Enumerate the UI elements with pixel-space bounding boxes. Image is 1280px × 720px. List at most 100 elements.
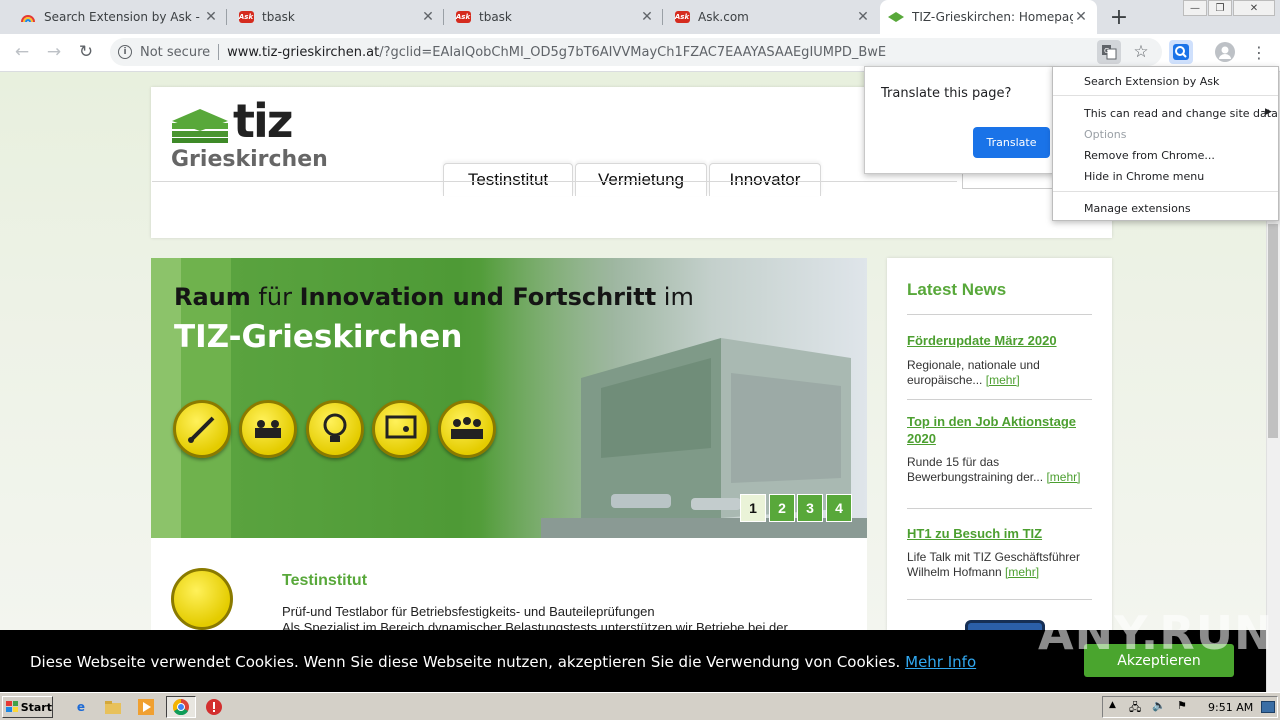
slider-page-4[interactable]: 4: [826, 494, 852, 522]
back-icon[interactable]: ←: [6, 34, 38, 70]
rainbow-icon: [20, 9, 36, 25]
scrollbar-thumb[interactable]: [1268, 224, 1278, 438]
tab-tiz-homepage[interactable]: TIZ-Grieskirchen: Homepage ✕: [880, 0, 1097, 34]
tab-title: TIZ-Grieskirchen: Homepage: [912, 10, 1073, 24]
slider-subheadline: TIZ-Grieskirchen: [174, 319, 463, 355]
forward-icon[interactable]: →: [38, 34, 70, 70]
menu-item-remove[interactable]: Remove from Chrome...: [1084, 149, 1215, 162]
flag-icon[interactable]: ⚑: [1177, 699, 1187, 712]
menu-item-manage-extensions[interactable]: Manage extensions: [1084, 202, 1191, 215]
logo-subtitle: Grieskirchen: [171, 147, 328, 172]
headline-part: für: [250, 283, 300, 311]
maximize-button[interactable]: ❐: [1208, 0, 1232, 16]
stop-icon[interactable]: [205, 698, 223, 716]
internet-explorer-icon[interactable]: e: [72, 698, 90, 716]
nav-divider: [152, 181, 957, 182]
ask-extension-icon[interactable]: [1169, 40, 1193, 64]
url-host: www.tiz-grieskirchen.at: [227, 44, 380, 60]
more-info-link[interactable]: Mehr Info: [905, 653, 976, 671]
news-panel: Latest News Förderupdate März 2020 Regio…: [887, 258, 1112, 630]
translate-icon[interactable]: G: [1097, 40, 1121, 64]
reload-icon[interactable]: ↻: [70, 34, 102, 70]
tab-tbask-2[interactable]: Ask tbask ✕: [447, 0, 663, 34]
address-bar[interactable]: i Not secure www.tiz-grieskirchen.at/?gc…: [110, 38, 1162, 66]
nav-innovator[interactable]: Innovator: [709, 163, 821, 196]
system-tray: ▲ 🖧 🔈 ⚑ 9:51 AM: [1102, 696, 1278, 718]
watermark-logo: ANY.RUN: [1038, 606, 1274, 660]
more-link[interactable]: [mehr]: [986, 373, 1020, 387]
bookmark-star-icon[interactable]: ☆: [1129, 40, 1153, 64]
url-path: /?gclid=EAIaIQobChMI_OD5g7bT6AIVVMayCh1F…: [379, 44, 887, 60]
chrome-taskbar-button[interactable]: [166, 696, 196, 718]
translate-button[interactable]: Translate: [973, 127, 1050, 158]
close-icon[interactable]: ✕: [639, 9, 655, 25]
tab-title: tbask: [262, 10, 295, 24]
slider-page-2[interactable]: 2: [769, 494, 795, 522]
menu-item-extension-name[interactable]: Search Extension by Ask: [1084, 75, 1219, 88]
hero-slider: Raum für Innovation und Fortschritt im T…: [151, 258, 867, 538]
ask-icon: Ask: [238, 9, 254, 25]
menu-item-site-access[interactable]: This can read and change site data: [1084, 107, 1278, 120]
profile-avatar-icon[interactable]: [1213, 40, 1237, 64]
close-icon[interactable]: ✕: [420, 9, 436, 25]
kebab-menu-icon[interactable]: ⋮: [1247, 40, 1271, 64]
logo-wordmark[interactable]: tiz: [233, 94, 294, 148]
testinstitut-icon[interactable]: [171, 568, 233, 630]
news-item-title[interactable]: Förderupdate März 2020: [907, 332, 1092, 349]
show-desktop-icon[interactable]: [1261, 701, 1275, 713]
tab-title: Search Extension by Ask - Chrom: [44, 10, 203, 24]
windows-logo-icon: [6, 701, 18, 712]
tiz-logo-icon: [172, 109, 228, 146]
close-window-button[interactable]: ✕: [1233, 0, 1275, 16]
close-icon[interactable]: ✕: [855, 9, 871, 25]
news-item-excerpt: Life Talk mit TIZ Geschäftsführer Wilhel…: [907, 550, 1080, 579]
chevron-up-icon[interactable]: ▲: [1109, 700, 1116, 710]
news-item-text: Life Talk mit TIZ Geschäftsführer Wilhel…: [907, 550, 1092, 580]
tab-search-extension[interactable]: Search Extension by Ask - Chrom ✕: [12, 0, 227, 34]
presentation-icon[interactable]: [372, 400, 430, 458]
close-icon[interactable]: ✕: [1073, 9, 1089, 25]
team-meeting-icon[interactable]: [438, 400, 496, 458]
translate-question: Translate this page?: [881, 86, 1012, 101]
new-tab-button[interactable]: +: [1106, 4, 1132, 30]
tab-strip: Search Extension by Ask - Chrom ✕ Ask tb…: [0, 0, 1280, 34]
media-player-icon[interactable]: [137, 698, 155, 716]
more-link[interactable]: [mehr]: [1005, 565, 1039, 579]
headline-part: Innovation und Fortschritt: [299, 283, 657, 311]
slider-headline: Raum für Innovation und Fortschritt im: [174, 283, 694, 311]
news-item-title[interactable]: HT1 zu Besuch im TIZ: [907, 525, 1092, 542]
cookie-text: Diese Webseite verwendet Cookies. Wenn S…: [30, 653, 976, 671]
network-icon[interactable]: 🖧: [1129, 699, 1141, 718]
folder-icon[interactable]: [104, 698, 122, 716]
close-icon[interactable]: ✕: [203, 9, 219, 25]
nav-vermietung[interactable]: Vermietung: [575, 163, 707, 196]
clock[interactable]: 9:51 AM: [1208, 701, 1253, 714]
tiz-icon: [888, 9, 904, 25]
more-link[interactable]: [mehr]: [1046, 470, 1080, 484]
divider: [1053, 95, 1278, 96]
testing-tool-icon[interactable]: [173, 400, 231, 458]
tab-ask-com[interactable]: Ask Ask.com ✕: [666, 0, 879, 34]
news-item-excerpt: Regionale, nationale und europäische...: [907, 358, 1040, 387]
partner-badge[interactable]: [965, 620, 1045, 630]
nav-testinstitut[interactable]: Testinstitut: [443, 163, 573, 196]
lightbulb-icon[interactable]: [306, 400, 364, 458]
info-icon[interactable]: i: [118, 45, 132, 59]
workspace-icon[interactable]: [239, 400, 297, 458]
ask-icon: Ask: [455, 9, 471, 25]
headline-part: im: [656, 283, 694, 311]
speaker-icon[interactable]: 🔈: [1152, 699, 1166, 712]
teaser-section: Testinstitut Prüf-und Testlabor für Betr…: [151, 538, 867, 630]
tab-tbask-1[interactable]: Ask tbask ✕: [230, 0, 444, 34]
ask-badge: Ask: [238, 11, 254, 23]
menu-item-hide[interactable]: Hide in Chrome menu: [1084, 170, 1204, 183]
teaser-title[interactable]: Testinstitut: [282, 572, 367, 590]
news-item-title[interactable]: Top in den Job Aktionstage 2020: [907, 413, 1092, 447]
slider-page-1[interactable]: 1: [740, 494, 766, 522]
chevron-right-icon: ▶: [1265, 107, 1272, 117]
minimize-button[interactable]: —: [1183, 0, 1207, 16]
divider: [907, 599, 1092, 600]
start-button[interactable]: Start: [2, 696, 53, 718]
slider-page-3[interactable]: 3: [797, 494, 823, 522]
headline-part: Raum: [174, 283, 251, 311]
